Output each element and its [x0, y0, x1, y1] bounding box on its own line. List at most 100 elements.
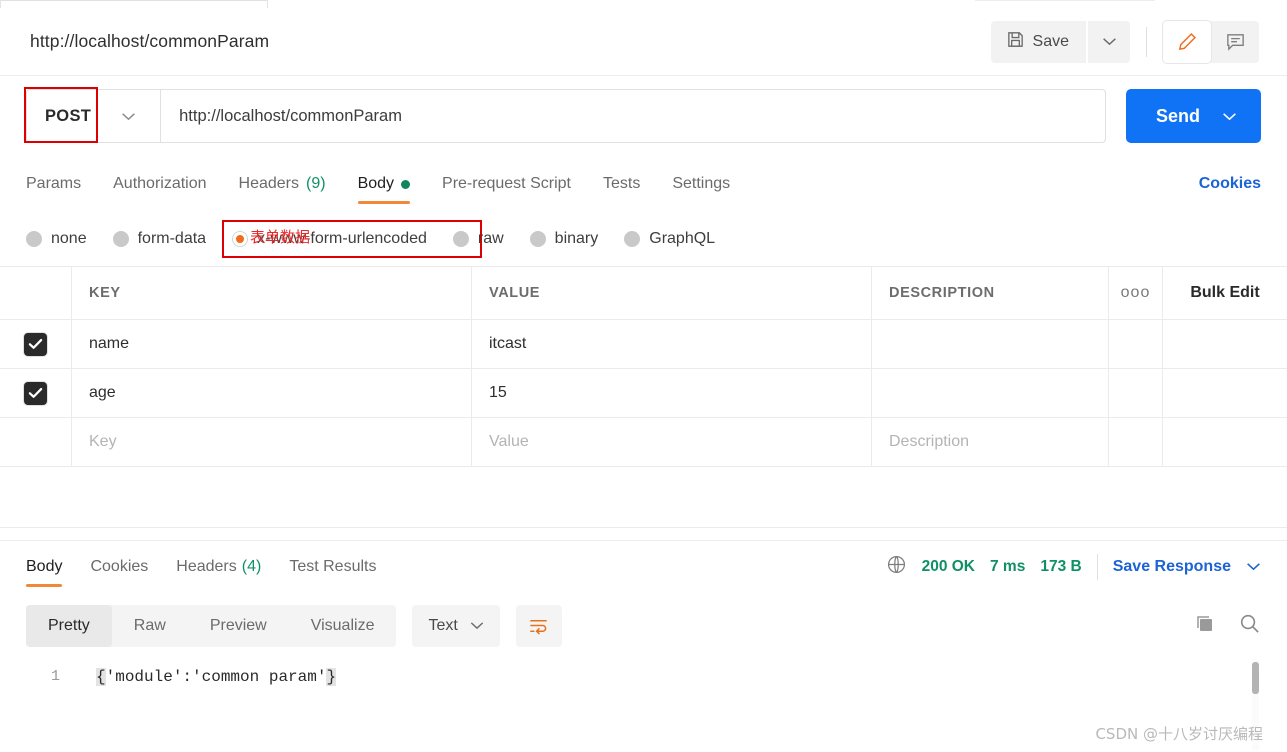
- floppy-disk-icon: [1006, 30, 1025, 54]
- column-header-description: DESCRIPTION: [889, 285, 995, 301]
- header-value-cell: VALUE: [472, 267, 872, 319]
- response-status: 200 OK: [921, 558, 975, 575]
- form-params-table: KEY 表单数据 VALUE DESCRIPTION ooo Bulk Edit: [0, 228, 1287, 467]
- response-tab-headers-label: Headers: [176, 558, 237, 575]
- response-tab-headers[interactable]: Headers (4): [176, 541, 261, 594]
- save-response-chevron-down-icon[interactable]: [1246, 558, 1261, 576]
- radio-graphql[interactable]: GraphQL: [624, 230, 715, 248]
- tab-headers[interactable]: Headers (9): [239, 158, 326, 210]
- tab-params[interactable]: Params: [26, 158, 81, 210]
- method-chevron-down-icon[interactable]: [111, 112, 160, 121]
- active-request-tab[interactable]: [0, 0, 268, 8]
- comment-icon[interactable]: [1211, 21, 1259, 63]
- url-bar: POST Send: [0, 77, 1287, 155]
- column-header-value: VALUE: [489, 285, 541, 301]
- response-tab-body-label: Body: [26, 558, 63, 575]
- copy-icon[interactable]: [1194, 613, 1216, 640]
- request-body-empty-space: [0, 466, 1287, 528]
- tab-strip-divider: [975, 0, 1155, 8]
- send-button[interactable]: Send: [1126, 106, 1214, 127]
- row-description-cell[interactable]: [872, 369, 1109, 417]
- new-row-key-cell[interactable]: Key: [72, 418, 472, 466]
- tab-tests-label: Tests: [602, 175, 641, 192]
- response-body-content[interactable]: {'module':'common param'}: [96, 668, 337, 686]
- row-checkbox-cell: [0, 369, 72, 417]
- tab-body[interactable]: Body: [357, 158, 411, 210]
- response-tab-cookies[interactable]: Cookies: [90, 541, 148, 594]
- response-format-label: Text: [428, 617, 458, 634]
- response-meta: 200 OK 7 ms 173 B Save Response: [886, 554, 1261, 580]
- cookies-link[interactable]: Cookies: [1199, 175, 1261, 193]
- row-checkbox[interactable]: [24, 381, 47, 405]
- tab-settings-label: Settings: [672, 175, 731, 192]
- body-type-radio-group: none form-data x-www-form-urlencoded raw…: [0, 216, 1287, 262]
- radio-raw-label: raw: [477, 230, 504, 247]
- new-row-value-cell[interactable]: Value: [472, 418, 872, 466]
- bulk-edit-button[interactable]: Bulk Edit: [1190, 284, 1259, 302]
- row-key-cell[interactable]: age: [72, 369, 472, 417]
- format-chevron-down-icon: [470, 617, 484, 635]
- new-row-value-placeholder: Value: [489, 433, 529, 450]
- bulk-edit-cell[interactable]: Bulk Edit: [1163, 267, 1287, 319]
- view-mode-raw[interactable]: Raw: [112, 605, 188, 647]
- ellipsis-icon[interactable]: ooo: [1121, 284, 1151, 302]
- response-tab-bar: Body Cookies Headers (4) Test Results 20…: [0, 540, 1287, 593]
- response-tab-body[interactable]: Body: [26, 541, 63, 594]
- row-value-value: 15: [489, 384, 507, 401]
- table-options-cell[interactable]: ooo: [1109, 267, 1163, 319]
- save-button-group: Save: [990, 20, 1130, 63]
- response-view-mode-group: Pretty Raw Preview Visualize: [26, 605, 397, 647]
- radio-raw[interactable]: raw: [452, 230, 504, 248]
- tab-pre-request-script[interactable]: Pre-request Script: [442, 158, 571, 210]
- response-viewer-actions: [1194, 612, 1261, 640]
- body-has-content-dot-icon: [401, 179, 411, 189]
- response-viewer-toolbar: Pretty Raw Preview Visualize Text: [0, 598, 1287, 654]
- save-button-label: Save: [1032, 32, 1069, 50]
- tab-settings[interactable]: Settings: [672, 158, 730, 210]
- row-description-cell[interactable]: [872, 320, 1109, 368]
- response-scrollbar-thumb[interactable]: [1252, 662, 1259, 694]
- send-button-group: Send: [1125, 89, 1261, 143]
- save-response-button[interactable]: Save Response: [1113, 558, 1231, 576]
- response-format-selector[interactable]: Text: [412, 605, 500, 647]
- row-key-value: name: [89, 335, 130, 352]
- save-button[interactable]: Save: [990, 20, 1086, 63]
- response-tab-test-results[interactable]: Test Results: [289, 541, 376, 594]
- search-icon[interactable]: [1238, 612, 1261, 640]
- send-options-chevron-down-icon[interactable]: [1214, 112, 1261, 121]
- open-brace: {: [96, 668, 106, 686]
- view-mode-preview[interactable]: Preview: [188, 605, 289, 647]
- header-actions: Save: [990, 20, 1259, 63]
- view-mode-visualize[interactable]: Visualize: [289, 605, 397, 647]
- radio-form-data[interactable]: form-data: [112, 230, 206, 248]
- view-mode-pretty[interactable]: Pretty: [26, 605, 112, 647]
- page-title: http://localhost/commonParam: [30, 31, 270, 51]
- row-value-cell[interactable]: itcast: [472, 320, 872, 368]
- pencil-icon[interactable]: [1163, 20, 1211, 63]
- row-key-cell[interactable]: name: [72, 320, 472, 368]
- form-data-annotation: 表单数据: [250, 228, 311, 246]
- tab-authorization[interactable]: Authorization: [113, 158, 206, 210]
- new-row-description-cell[interactable]: Description: [872, 418, 1109, 466]
- table-header-row: KEY 表单数据 VALUE DESCRIPTION ooo Bulk Edit: [0, 228, 1287, 320]
- tab-tests[interactable]: Tests: [603, 158, 640, 210]
- row-checkbox[interactable]: [24, 332, 47, 356]
- view-mode-group: [1163, 20, 1259, 63]
- row-value-cell[interactable]: 15: [472, 369, 872, 417]
- response-size: 173 B: [1040, 558, 1082, 575]
- response-body-viewer: 1 {'module':'common param'}: [0, 658, 1287, 752]
- radio-graphql-dot-icon: [624, 231, 641, 247]
- radio-binary[interactable]: binary: [529, 230, 598, 248]
- radio-binary-dot-icon: [529, 231, 546, 247]
- response-tab-cookies-label: Cookies: [90, 558, 149, 575]
- new-row-description-placeholder: Description: [889, 433, 970, 450]
- radio-none[interactable]: none: [26, 230, 87, 248]
- tab-strip: [0, 0, 1287, 8]
- http-method-selector[interactable]: POST: [24, 87, 162, 143]
- save-options-chevron-down-icon[interactable]: [1088, 20, 1130, 63]
- response-body-text: 'module':'common param': [105, 668, 327, 686]
- row-checkbox-cell: [0, 320, 72, 368]
- url-input[interactable]: [161, 89, 1106, 143]
- table-row: name itcast: [0, 320, 1287, 369]
- wrap-lines-icon[interactable]: [515, 605, 562, 647]
